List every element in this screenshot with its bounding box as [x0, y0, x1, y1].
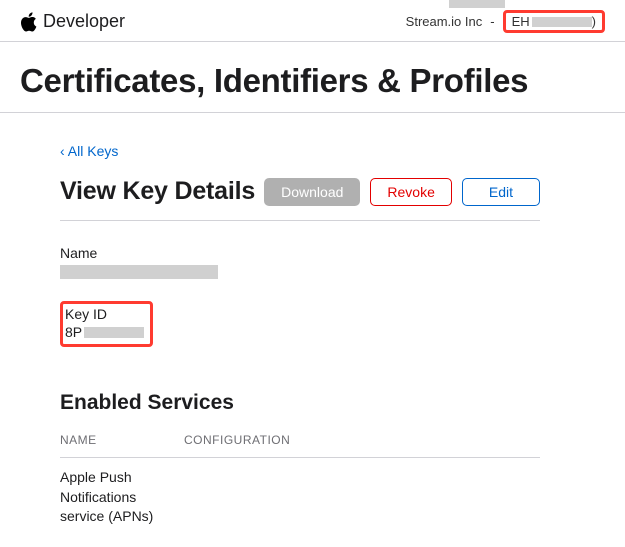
team-id-suffix: )	[592, 14, 596, 29]
divider	[60, 220, 540, 221]
keyid-value: 8P	[65, 324, 144, 340]
company-name: Stream.io Inc	[406, 14, 483, 29]
enabled-services-heading: Enabled Services	[60, 391, 540, 415]
table-header: NAME CONFIGURATION	[60, 433, 540, 458]
team-id-highlight[interactable]: EH )	[503, 10, 605, 33]
redacted-block	[449, 0, 505, 8]
chevron-left-icon: ‹	[60, 143, 68, 159]
service-name: Apple Push Notifications service (APNs)	[60, 468, 184, 527]
table-row: Apple Push Notifications service (APNs)	[60, 458, 540, 527]
section-title: View Key Details	[60, 177, 255, 206]
field-name: Name	[60, 245, 540, 279]
team-id-prefix: EH	[512, 14, 530, 29]
redacted-block	[84, 327, 144, 338]
name-label: Name	[60, 245, 540, 261]
revoke-button[interactable]: Revoke	[370, 178, 451, 206]
account-area: Stream.io Inc - EH )	[406, 10, 605, 33]
brand[interactable]: Developer	[20, 11, 125, 32]
redacted-block	[60, 265, 218, 279]
col-config-header: CONFIGURATION	[184, 433, 540, 447]
section-header: View Key Details Download Revoke Edit	[60, 177, 540, 206]
apple-logo-icon	[20, 12, 37, 32]
button-row: Download Revoke Edit	[264, 178, 540, 206]
col-name-header: NAME	[60, 433, 184, 447]
download-button: Download	[264, 178, 360, 206]
keyid-label: Key ID	[65, 306, 144, 322]
brand-text: Developer	[43, 11, 125, 32]
redacted-block	[532, 17, 592, 27]
edit-button[interactable]: Edit	[462, 178, 540, 206]
service-config	[184, 468, 540, 527]
key-id-highlight: Key ID 8P	[60, 301, 153, 347]
keyid-prefix: 8P	[65, 324, 82, 340]
back-link[interactable]: ‹ All Keys	[60, 143, 118, 159]
top-nav: Developer Stream.io Inc - EH )	[0, 0, 625, 42]
back-link-text: All Keys	[68, 143, 119, 159]
page-title: Certificates, Identifiers & Profiles	[0, 42, 625, 113]
content: ‹ All Keys View Key Details Download Rev…	[0, 113, 560, 547]
